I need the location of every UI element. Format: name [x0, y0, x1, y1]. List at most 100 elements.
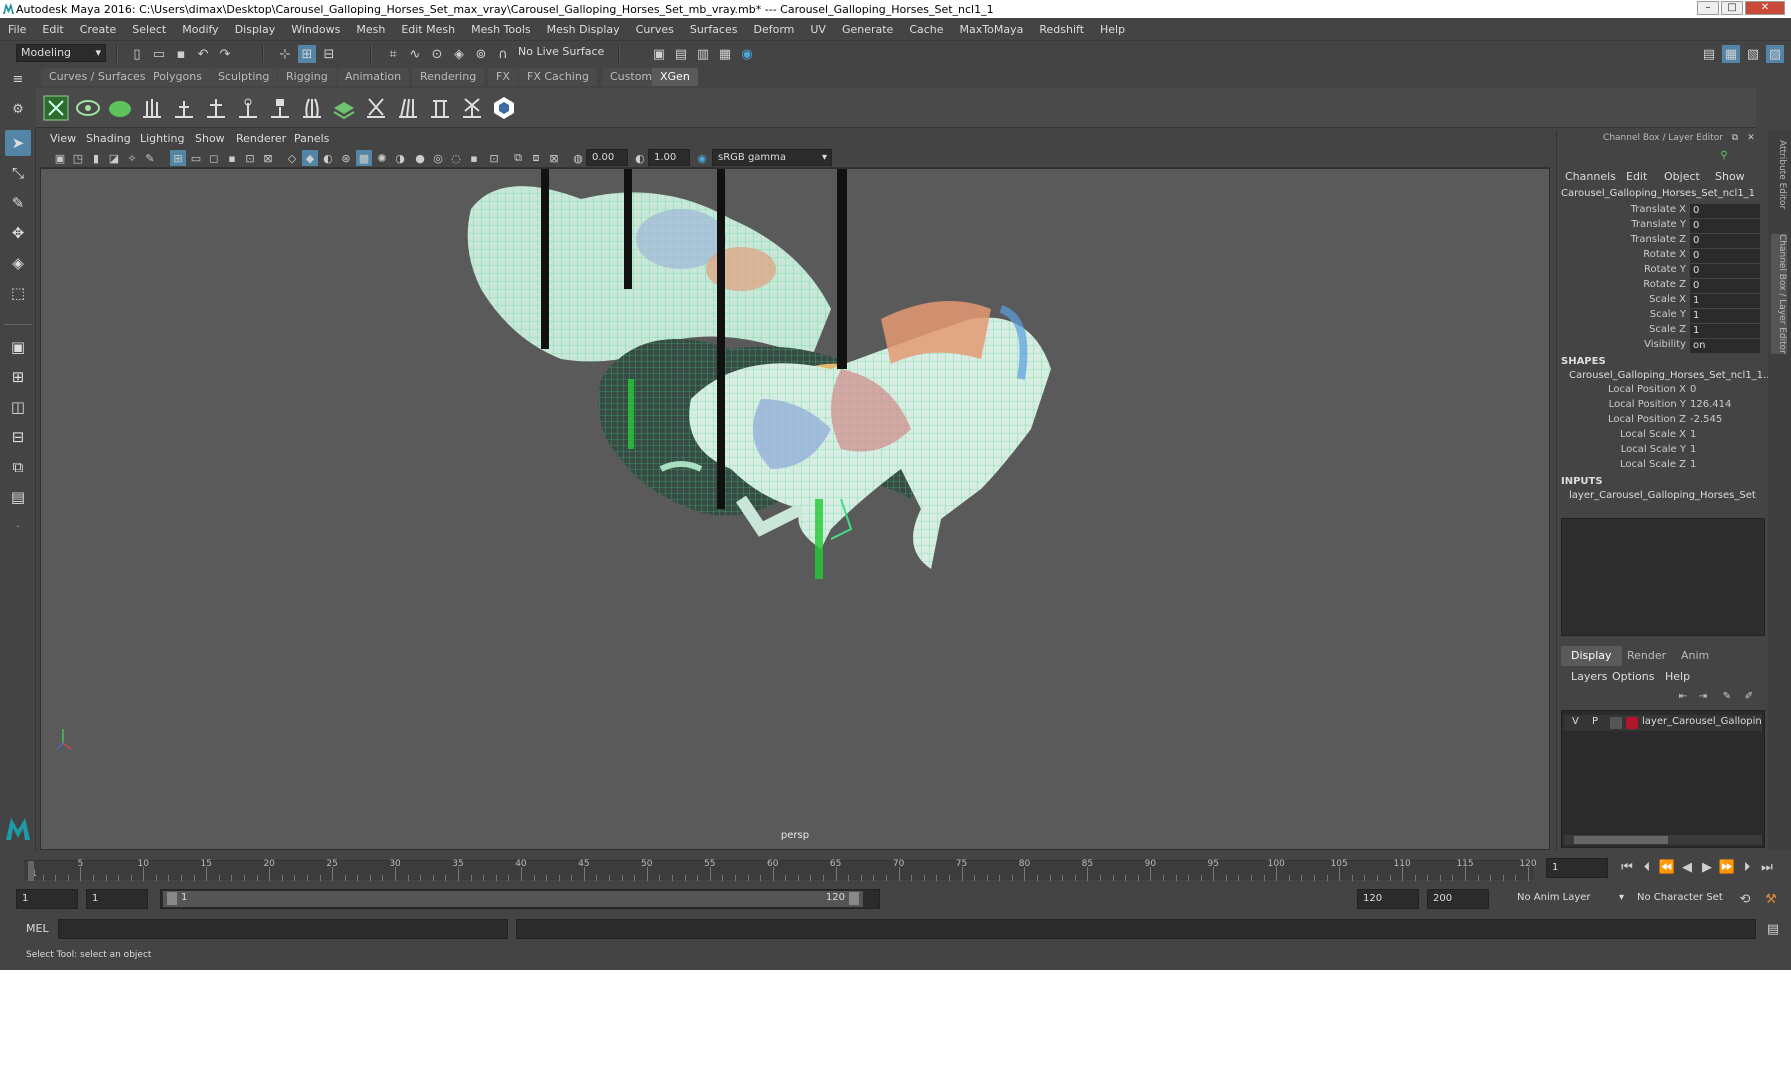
attr-row[interactable]: Scale Y 1: [1567, 309, 1762, 324]
tab-fx-caching[interactable]: FX Caching: [519, 68, 597, 86]
image-plane-icon[interactable]: ◪: [106, 150, 122, 166]
playback-end-field[interactable]: 120: [1357, 889, 1419, 909]
field-chart-icon[interactable]: ⊡: [242, 150, 258, 166]
bake-guides-icon[interactable]: [458, 94, 486, 122]
range-slider-handle[interactable]: 1 120: [163, 891, 863, 907]
tab-anim[interactable]: Anim: [1671, 646, 1719, 666]
undo-icon[interactable]: ↶: [194, 45, 212, 63]
attr-value[interactable]: 1: [1690, 309, 1760, 323]
play-forwards-icon[interactable]: ▶: [1698, 858, 1716, 876]
maximize-button[interactable]: □: [1721, 1, 1743, 15]
tab-sculpting[interactable]: Sculpting: [210, 68, 278, 86]
menu-windows[interactable]: Windows: [283, 23, 348, 36]
menu-maxtomaya[interactable]: MaxToMaya: [952, 23, 1032, 36]
options-menu[interactable]: Options: [1612, 670, 1654, 683]
tab-curves-surfaces[interactable]: Curves / Surfaces: [41, 68, 154, 86]
tab-rigging[interactable]: Rigging: [278, 68, 336, 86]
menu-mesh-display[interactable]: Mesh Display: [539, 23, 628, 36]
render-settings-icon[interactable]: ▦: [716, 45, 734, 63]
command-language-toggle[interactable]: MEL: [26, 922, 49, 935]
move-tool-icon[interactable]: ✥: [5, 220, 31, 246]
tab-xgen[interactable]: XGen: [652, 68, 698, 86]
exposure-icon[interactable]: ◍: [570, 150, 586, 166]
menu-generate[interactable]: Generate: [834, 23, 901, 36]
attr-row[interactable]: Rotate Z 0: [1567, 279, 1762, 294]
input-name[interactable]: layer_Carousel_Galloping_Horses_Set: [1569, 490, 1756, 501]
attr-row[interactable]: Rotate X 0: [1567, 249, 1762, 264]
object-name[interactable]: Carousel_Galloping_Horses_Set_ncl1_1: [1561, 188, 1755, 199]
current-frame-field[interactable]: 1: [1546, 858, 1608, 878]
layers-menu[interactable]: Layers: [1571, 670, 1607, 683]
add-guides-icon[interactable]: [138, 94, 166, 122]
resolution-gate-icon[interactable]: ◻: [206, 150, 222, 166]
snap-view-plane-icon[interactable]: ◈: [450, 45, 468, 63]
camera-attributes-icon[interactable]: ◳: [70, 150, 86, 166]
snap-live-icon[interactable]: ⊚: [472, 45, 490, 63]
menu-edit-mesh[interactable]: Edit Mesh: [393, 23, 463, 36]
playback-start-field[interactable]: 1: [86, 889, 148, 909]
xray-components-icon[interactable]: ⊠: [546, 150, 562, 166]
float-panel-icon[interactable]: ⧉: [1729, 132, 1741, 144]
default-material-icon[interactable]: ◐: [320, 150, 336, 166]
smooth-shade-icon[interactable]: ◆: [302, 150, 318, 166]
persp-outliner-layout-icon[interactable]: ◫: [5, 394, 31, 420]
four-view-layout-icon[interactable]: ⊞: [5, 364, 31, 390]
current-frame-marker[interactable]: [28, 861, 34, 881]
preview-generator-icon[interactable]: [330, 94, 358, 122]
bookmark-icon[interactable]: ▮: [88, 150, 104, 166]
mode-dropdown[interactable]: Modeling ▾: [16, 44, 106, 62]
grease-pencil-icon[interactable]: ✎: [142, 150, 158, 166]
normalize-guides-icon[interactable]: [426, 94, 454, 122]
minimize-button[interactable]: –: [1697, 1, 1719, 15]
menu-curves[interactable]: Curves: [628, 23, 682, 36]
paint-select-tool-icon[interactable]: ✎: [5, 190, 31, 216]
layer-type-toggle[interactable]: [1610, 717, 1622, 729]
guides-to-curves-icon[interactable]: [298, 94, 326, 122]
step-forward-frame-icon[interactable]: ⏵: [1738, 858, 1756, 876]
anti-aliasing-icon[interactable]: ◌: [448, 150, 464, 166]
gamma-icon[interactable]: ◐: [632, 150, 648, 166]
xgen-editor-icon[interactable]: [42, 94, 70, 122]
attr-value[interactable]: 0: [1690, 219, 1760, 233]
shelf-settings-icon[interactable]: ⚙: [9, 100, 27, 118]
menu-cache[interactable]: Cache: [901, 23, 951, 36]
exposure-field[interactable]: 0.00: [586, 149, 628, 166]
persp-hypershade-layout-icon[interactable]: ⧉: [5, 454, 31, 480]
tab-polygons[interactable]: Polygons: [145, 68, 210, 86]
shape-name[interactable]: Carousel_Galloping_Horses_Set_ncl1_1...: [1569, 370, 1773, 381]
tab-display[interactable]: Display: [1561, 646, 1622, 666]
xray-joints-icon[interactable]: ⧈: [528, 150, 544, 166]
create-description-icon[interactable]: [74, 94, 102, 122]
object-menu[interactable]: Object: [1664, 170, 1700, 183]
menu-create[interactable]: Create: [72, 23, 125, 36]
menu-file[interactable]: File: [0, 23, 34, 36]
viewport-menu-lighting[interactable]: Lighting: [140, 132, 184, 145]
help-menu[interactable]: Help: [1665, 670, 1690, 683]
persp-graph-layout-icon[interactable]: ⊟: [5, 424, 31, 450]
motion-blur-icon[interactable]: ◎: [430, 150, 446, 166]
attr-value[interactable]: 0: [1690, 264, 1760, 278]
select-hierarchy-icon[interactable]: ⊹: [276, 45, 294, 63]
shape-attr-row[interactable]: Local Position X 0: [1567, 384, 1762, 399]
camera-icon[interactable]: ▣: [52, 150, 68, 166]
snap-curve-icon[interactable]: ∿: [406, 45, 424, 63]
attr-row[interactable]: Translate Y 0: [1567, 219, 1762, 234]
select-component-icon[interactable]: ⊟: [320, 45, 338, 63]
ambient-occlusion-icon[interactable]: ●: [412, 150, 428, 166]
shape-attr-row[interactable]: Local Scale Z 1: [1567, 459, 1762, 474]
live-surface-field[interactable]: No Live Surface: [514, 44, 612, 62]
key-icon[interactable]: ⚲: [1717, 148, 1731, 162]
close-button[interactable]: ✕: [1745, 1, 1785, 15]
layer-color-swatch[interactable]: [1626, 717, 1638, 729]
lasso-tool-icon[interactable]: ⤡: [5, 160, 31, 186]
maya-home-icon[interactable]: [4, 814, 32, 842]
wireframe-icon[interactable]: ◇: [284, 150, 300, 166]
tab-channel-box-layer-editor[interactable]: Channel Box / Layer Editor: [1771, 234, 1787, 354]
outliner-persp-layout-icon[interactable]: ▤: [5, 484, 31, 510]
attach-guides-icon[interactable]: [362, 94, 390, 122]
edit-menu[interactable]: Edit: [1626, 170, 1647, 183]
attr-row[interactable]: Translate Z 0: [1567, 234, 1762, 249]
attr-value[interactable]: 0: [1690, 204, 1760, 218]
attr-value[interactable]: 1: [1690, 294, 1760, 308]
viewport-menu-show[interactable]: Show: [195, 132, 225, 145]
